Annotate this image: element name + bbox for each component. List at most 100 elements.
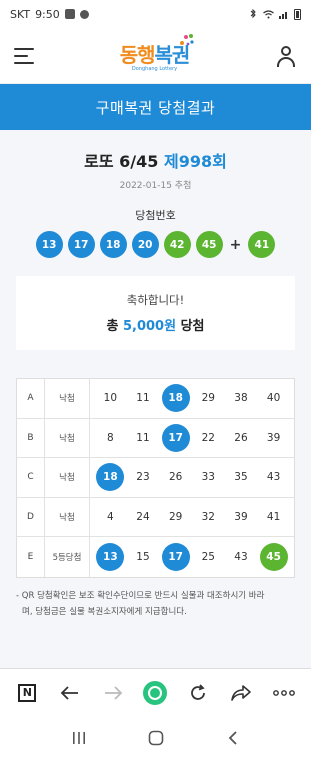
logo-subtitle: Donghang Lottery <box>131 66 178 72</box>
plus-sign: + <box>229 236 242 253</box>
prize-summary-card: 축하합니다! 총 5,000원 당첨 <box>16 276 295 350</box>
winning-ball: 20 <box>131 231 159 258</box>
ticket-number: 23 <box>136 471 150 484</box>
ticket-number: 24 <box>136 510 150 523</box>
n-icon[interactable]: N <box>13 679 41 707</box>
draw-round: 제998회 <box>164 152 227 171</box>
ticket-row-numbers: 13 15 17 25 43 45 <box>90 542 294 571</box>
matched-number: 18 <box>96 463 125 492</box>
ticket-row-numbers: 18 23 26 33 35 43 <box>90 463 294 492</box>
browser-toolbar: N <box>0 668 311 716</box>
ticket-number: 43 <box>266 471 281 484</box>
matched-number: 17 <box>161 542 190 571</box>
battery-icon <box>294 8 301 20</box>
winning-ball: 17 <box>67 231 95 258</box>
ticket-row: A 낙첨 10 11 18 29 38 40 <box>17 379 294 419</box>
ticket-number: 39 <box>266 431 281 444</box>
ticket-number: 29 <box>201 392 215 405</box>
matched-number: 13 <box>96 542 125 571</box>
ticket-row-letter: B <box>17 418 45 457</box>
ticket-number: 4 <box>106 510 114 523</box>
ticket-row-numbers: 10 11 18 29 38 40 <box>90 384 294 413</box>
prize-prefix: 총 <box>106 319 119 334</box>
ticket-row: E 5등당첨 13 15 17 25 43 45 <box>17 537 294 577</box>
draw-title: 로또 6/45 제998회 <box>0 148 311 172</box>
congrats-message: 축하합니다! <box>126 293 185 307</box>
system-navigation-bar <box>0 716 311 759</box>
ticket-row-numbers: 4 24 29 32 39 41 <box>90 503 294 531</box>
ticket-row-result: 낙첨 <box>45 458 90 497</box>
ticket-row-numbers: 8 11 17 22 26 39 <box>90 423 294 452</box>
refresh-icon[interactable] <box>184 679 212 707</box>
back-arrow-icon[interactable] <box>56 679 84 707</box>
system-back-icon[interactable] <box>218 723 248 753</box>
result-content: 로또 6/45 제998회 2022-01-15 추첨 당첨번호 13 17 1… <box>0 130 311 704</box>
ticket-number: 10 <box>103 392 118 405</box>
status-bar: SKT 9:50 <box>0 0 311 28</box>
matched-number: 18 <box>161 384 190 413</box>
app-header: 동행복권 Donghang Lottery <box>0 28 311 84</box>
more-icon[interactable] <box>270 679 298 707</box>
share-icon[interactable] <box>227 679 255 707</box>
ticket-number: 29 <box>168 510 183 523</box>
ticket-row-letter: C <box>17 458 45 497</box>
ticket-number: 32 <box>201 510 215 523</box>
ticket-number: 15 <box>136 550 150 563</box>
notice-line: - QR 당첨확인은 보조 확인수단이므로 반드시 실물과 대조하시기 바라 <box>16 590 265 601</box>
home-icon[interactable] <box>141 679 169 707</box>
ticket-row-result: 낙첨 <box>45 379 90 418</box>
carrier-label: SKT <box>10 7 31 21</box>
user-account-icon[interactable] <box>275 45 297 67</box>
home-button-icon[interactable] <box>141 723 171 753</box>
ticket-row: C 낙첨 18 23 26 33 35 43 <box>17 458 294 498</box>
winning-ball: 18 <box>99 231 127 258</box>
clock: 9:50 <box>35 7 60 21</box>
donghang-lottery-logo[interactable]: 동행복권 Donghang Lottery <box>119 34 194 72</box>
prize-amount: 5,000원 <box>122 319 177 334</box>
signal-icon <box>279 11 287 19</box>
ticket-number: 11 <box>136 431 150 444</box>
ticket-row-letter: D <box>17 497 45 536</box>
page-title: 구매복권 당첨결과 <box>95 98 216 117</box>
matched-number: 45 <box>259 542 288 571</box>
matched-number: 17 <box>161 423 190 452</box>
ticket-number: 25 <box>201 550 215 563</box>
ticket-number: 39 <box>234 510 248 523</box>
ticket-row: B 낙첨 8 11 17 22 26 39 <box>17 418 294 458</box>
winning-ball: 45 <box>195 231 223 258</box>
logo-confetti-icon <box>180 34 194 46</box>
notice-text: - QR 당첨확인은 보조 확인수단이므로 반드시 실물과 대조하시기 바라 며… <box>16 588 295 620</box>
bluetooth-icon <box>250 9 256 19</box>
recent-apps-icon[interactable] <box>64 723 94 753</box>
winning-numbers-label: 당첨번호 <box>135 209 176 222</box>
notice-line: 며, 당첨금은 실물 복권소지자에게 지급합니다. <box>22 606 187 617</box>
bonus-ball: 41 <box>248 231 276 258</box>
wifi-icon <box>263 9 274 18</box>
gallery-notification-icon <box>64 9 75 19</box>
ticket-number: 33 <box>201 471 215 484</box>
ticket-row-letter: A <box>17 379 45 418</box>
ticket-row-result: 5등당첨 <box>45 537 90 577</box>
ticket-table: A 낙첨 10 11 18 29 38 40 B 낙첨 8 11 17 22 26 39 C 낙첨 18 23 26 33… <box>16 378 295 578</box>
logo-text-1: 동행 <box>119 43 156 67</box>
ticket-row-result: 낙첨 <box>45 418 90 457</box>
page-title-banner: 구매복권 당첨결과 <box>0 84 311 130</box>
winning-numbers: 13 17 18 20 42 45 + 41 <box>0 231 311 258</box>
ticket-number: 26 <box>234 431 248 444</box>
ticket-number: 11 <box>136 392 150 405</box>
winning-ball: 42 <box>163 231 191 258</box>
winning-ball: 13 <box>35 231 63 258</box>
prize-total: 총 5,000원 당첨 <box>106 315 204 334</box>
ticket-row-result: 낙첨 <box>45 497 90 536</box>
prize-suffix: 당첨 <box>180 319 205 334</box>
hamburger-menu-icon[interactable] <box>14 47 34 64</box>
ticket-number: 43 <box>234 550 248 563</box>
ticket-row-letter: E <box>17 537 45 577</box>
ticket-number: 41 <box>266 510 281 523</box>
ticket-number: 8 <box>106 431 114 444</box>
forward-arrow-icon[interactable] <box>99 679 127 707</box>
ticket-number: 35 <box>234 471 248 484</box>
draw-date: 2022-01-15 추첨 <box>119 181 192 191</box>
ticket-number: 40 <box>266 392 281 405</box>
ticket-number: 26 <box>168 471 183 484</box>
